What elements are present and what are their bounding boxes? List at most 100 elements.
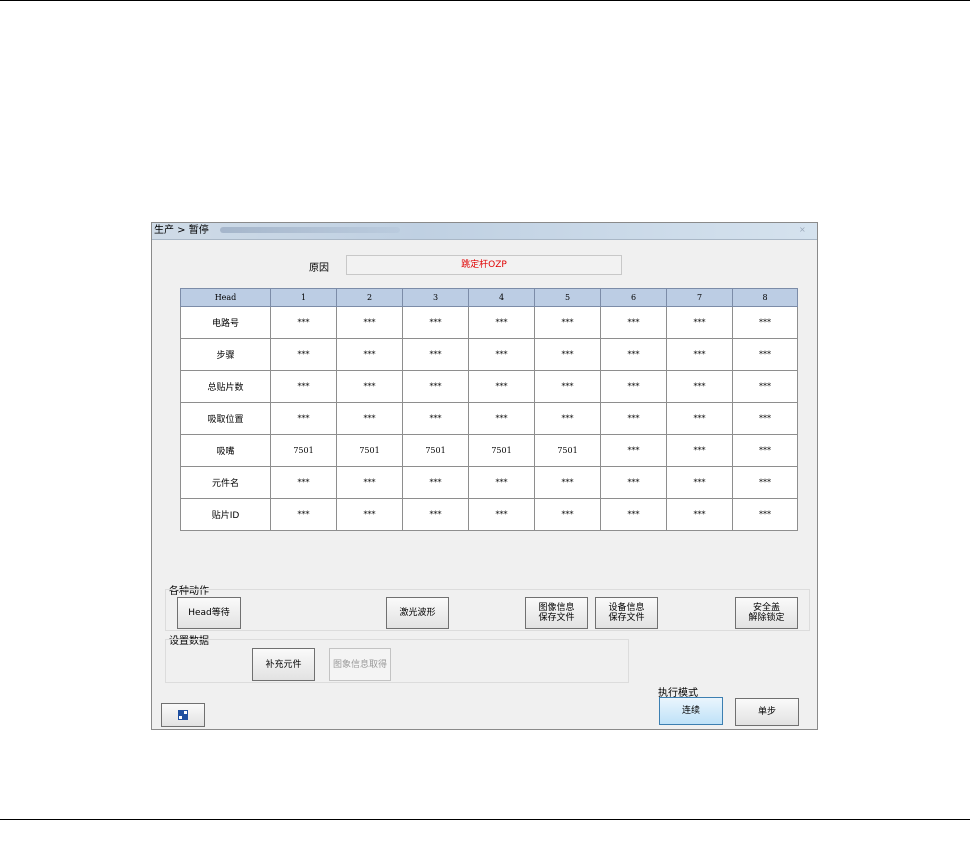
head-wait-button[interactable]: Head等待 bbox=[177, 597, 241, 629]
table-body: 电路号 *** *** *** *** *** *** *** *** 步骤 *** *** *** **… bbox=[180, 306, 798, 531]
table-cell: 7501 bbox=[336, 434, 403, 467]
table-cell: *** bbox=[402, 306, 469, 339]
table-cell: *** bbox=[732, 434, 798, 467]
column-header: 3 bbox=[402, 288, 469, 307]
table-cell: *** bbox=[402, 370, 469, 403]
laser-waveform-label: 激光波形 bbox=[399, 608, 436, 618]
title-blurred-region bbox=[220, 227, 400, 233]
window-grid-icon bbox=[178, 710, 188, 720]
column-header: 1 bbox=[270, 288, 337, 307]
reason-label: 原因 bbox=[309, 263, 329, 274]
reason-field: 跳定杆OZP bbox=[346, 255, 622, 275]
row-label: 步骤 bbox=[180, 338, 271, 371]
save-image-info-label-line1: 图像信息 bbox=[538, 603, 575, 613]
table-cell: *** bbox=[732, 338, 798, 371]
actions-group bbox=[165, 589, 810, 631]
save-device-info-button[interactable]: 设备信息 保存文件 bbox=[595, 597, 658, 629]
table-cell: *** bbox=[534, 498, 601, 531]
table-cell: *** bbox=[336, 402, 403, 435]
table-cell: *** bbox=[336, 338, 403, 371]
table-cell: *** bbox=[732, 466, 798, 499]
supplement-component-button[interactable]: 补充元件 bbox=[252, 648, 315, 681]
bottom-rule bbox=[0, 819, 970, 820]
save-device-info-label-line2: 保存文件 bbox=[608, 613, 645, 623]
table-cell: *** bbox=[534, 466, 601, 499]
table-cell: *** bbox=[270, 338, 337, 371]
table-cell: *** bbox=[600, 466, 667, 499]
table-cell: 7501 bbox=[534, 434, 601, 467]
table-cell: *** bbox=[666, 402, 733, 435]
top-rule bbox=[0, 0, 970, 1]
table-cell: *** bbox=[732, 306, 798, 339]
table-row: 吸取位置 *** *** *** *** *** *** *** *** bbox=[180, 402, 798, 435]
column-header: 8 bbox=[732, 288, 798, 307]
table-row: 吸嘴 7501 7501 7501 7501 7501 *** *** *** bbox=[180, 434, 798, 467]
table-cell: *** bbox=[270, 370, 337, 403]
safety-cover-label-line1: 安全盖 bbox=[752, 603, 780, 613]
table-cell: *** bbox=[336, 498, 403, 531]
table-cell: *** bbox=[336, 370, 403, 403]
setup-group bbox=[165, 639, 629, 683]
continuous-mode-label: 连续 bbox=[681, 706, 700, 716]
table-cell: *** bbox=[534, 370, 601, 403]
table-cell: *** bbox=[666, 434, 733, 467]
table-cell: *** bbox=[270, 498, 337, 531]
table-row: 总贴片数 *** *** *** *** *** *** *** *** bbox=[180, 370, 798, 403]
single-step-button[interactable]: 单步 bbox=[735, 698, 799, 726]
pause-window: 生产 > 暂停 × 原因 跳定杆OZP Head 1 2 3 4 5 6 7 8… bbox=[151, 222, 818, 730]
table-cell: *** bbox=[666, 370, 733, 403]
table-cell: *** bbox=[402, 466, 469, 499]
save-image-info-button[interactable]: 图像信息 保存文件 bbox=[525, 597, 588, 629]
table-cell: *** bbox=[600, 306, 667, 339]
get-image-info-button[interactable]: 图象信息取得 bbox=[329, 648, 391, 681]
get-image-info-label: 图象信息取得 bbox=[332, 659, 387, 670]
column-header: 6 bbox=[600, 288, 667, 307]
table-cell: *** bbox=[336, 306, 403, 339]
column-header: Head bbox=[180, 288, 271, 307]
close-icon[interactable]: × bbox=[799, 226, 807, 234]
safety-cover-label-line2: 解除锁定 bbox=[748, 613, 785, 623]
table-cell: *** bbox=[534, 306, 601, 339]
head-status-table: Head 1 2 3 4 5 6 7 8 电路号 *** *** *** *** *** *… bbox=[180, 288, 798, 531]
table-cell: *** bbox=[336, 466, 403, 499]
column-header: 4 bbox=[468, 288, 535, 307]
row-label: 吸取位置 bbox=[180, 402, 271, 435]
single-step-label: 单步 bbox=[757, 707, 776, 717]
table-cell: *** bbox=[270, 402, 337, 435]
table-cell: *** bbox=[600, 338, 667, 371]
safety-cover-unlock-button[interactable]: 安全盖 解除锁定 bbox=[735, 597, 798, 629]
table-cell: *** bbox=[732, 498, 798, 531]
table-cell: *** bbox=[732, 402, 798, 435]
save-image-info-label-line2: 保存文件 bbox=[538, 613, 575, 623]
row-label: 电路号 bbox=[180, 306, 271, 339]
supplement-component-label: 补充元件 bbox=[265, 659, 302, 670]
table-row: 步骤 *** *** *** *** *** *** *** *** bbox=[180, 338, 798, 371]
table-cell: *** bbox=[666, 338, 733, 371]
row-label: 吸嘴 bbox=[180, 434, 271, 467]
table-cell: *** bbox=[732, 370, 798, 403]
table-cell: *** bbox=[666, 466, 733, 499]
table-cell: *** bbox=[468, 338, 535, 371]
table-cell: *** bbox=[534, 338, 601, 371]
column-header: 7 bbox=[666, 288, 733, 307]
display-toggle-button[interactable] bbox=[161, 703, 205, 727]
table-cell: 7501 bbox=[402, 434, 469, 467]
table-row: 电路号 *** *** *** *** *** *** *** *** bbox=[180, 306, 798, 339]
table-cell: *** bbox=[402, 402, 469, 435]
title-bar[interactable]: 生产 > 暂停 × bbox=[152, 223, 817, 240]
table-cell: *** bbox=[468, 466, 535, 499]
table-cell: *** bbox=[600, 370, 667, 403]
laser-waveform-button[interactable]: 激光波形 bbox=[386, 597, 449, 629]
table-cell: *** bbox=[402, 498, 469, 531]
table-cell: *** bbox=[600, 402, 667, 435]
table-cell: *** bbox=[468, 306, 535, 339]
column-header: 5 bbox=[534, 288, 601, 307]
table-cell: *** bbox=[468, 370, 535, 403]
table-cell: *** bbox=[402, 338, 469, 371]
head-wait-label: Head等待 bbox=[188, 608, 230, 618]
table-cell: *** bbox=[600, 498, 667, 531]
row-label: 元件名 bbox=[180, 466, 271, 499]
table-cell: *** bbox=[600, 434, 667, 467]
continuous-mode-button[interactable]: 连续 bbox=[659, 697, 723, 725]
table-cell: *** bbox=[534, 402, 601, 435]
